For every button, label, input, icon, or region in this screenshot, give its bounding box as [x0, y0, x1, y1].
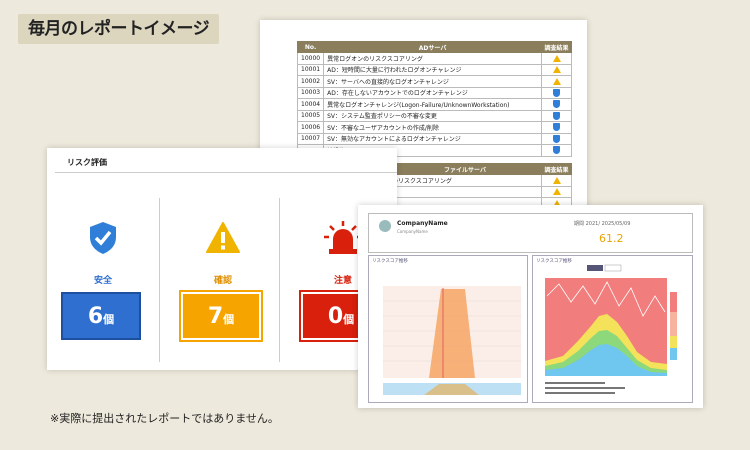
table-row: 10000 異常ログオンのリスクスコアリング	[296, 52, 572, 65]
shield-icon	[553, 88, 560, 97]
table-row: 10003 AD：存在しないアカウントでのログオンチャレンジ	[296, 86, 572, 99]
ad-server-table: No. ADサーバ 調査結果 10000 異常ログオンのリスクスコアリング 1000…	[296, 41, 572, 157]
table-row: 10002 SV：サーバへの直接的なログオンチャレンジ	[296, 75, 572, 88]
shield-icon	[553, 134, 560, 143]
table-row: のリスクスコアリング	[388, 174, 572, 187]
footnote: ※実際に提出されたレポートではありません。	[50, 412, 279, 425]
file-col-status: 調査結果	[541, 163, 572, 175]
row-name: SV：システム監査ポリシーの不審な変更	[323, 109, 542, 122]
risk-check-label: 確認	[213, 276, 232, 286]
risk-check-column: 確認 7個	[167, 198, 279, 364]
warning-icon	[552, 66, 561, 74]
row-id: 10007	[296, 132, 325, 145]
shield-icon	[553, 100, 560, 109]
risk-caution-count: 0	[327, 304, 344, 329]
row-id: 10001	[296, 63, 325, 76]
company-subtitle: CompanyName	[397, 229, 428, 234]
row-status	[541, 75, 572, 88]
area-chart-left	[383, 286, 521, 395]
row-status	[541, 86, 572, 99]
row-status	[541, 98, 572, 111]
risk-trend-panel-right: リスクスコア推移	[532, 255, 693, 403]
file-col-title: ファイルサーバ	[388, 163, 542, 175]
warning-icon	[552, 77, 561, 85]
risk-safe-unit: 個	[103, 313, 115, 326]
risk-safe-column: 安全 6個	[47, 198, 159, 364]
table-row	[388, 185, 572, 198]
risk-check-unit: 個	[223, 313, 235, 326]
dashboard-report-page: CompanyName CompanyName 期間 2021/ 2025/05…	[358, 205, 703, 408]
risk-score: 61.2	[599, 232, 624, 245]
row-status	[541, 121, 572, 134]
risk-evaluation-card: リスク評価 安全 6個 確認 7個 注意 0個	[47, 148, 397, 370]
table-row: 10006 SV：不審なユーザアカウントの作成/削除	[296, 121, 572, 134]
row-id: 10003	[296, 86, 325, 99]
row-id: 10002	[296, 75, 325, 88]
stacked-area-chart-right	[545, 264, 677, 394]
avatar	[379, 220, 391, 232]
col-title: ADサーバ	[323, 41, 542, 53]
row-name: SV：不審なユーザアカウントの作成/削除	[323, 121, 542, 134]
row-name	[388, 185, 542, 198]
table-row: 10007 SV：無効なアカウントによるログオンチャレンジ	[296, 132, 572, 145]
row-status	[541, 63, 572, 76]
file-server-table: ファイルサーバ 調査結果 のリスクスコアリング	[388, 163, 572, 210]
table-row: 10001 AD：短時間に大量に行われたログオンチャレンジ	[296, 63, 572, 76]
table-row: 10004 異常なログオンチャレンジ(Logon-Failure/UnknownW…	[296, 98, 572, 111]
row-id: 10006	[296, 121, 325, 134]
row-id: 10004	[296, 98, 325, 111]
row-id: 10005	[296, 109, 325, 122]
company-name: CompanyName	[397, 220, 448, 227]
risk-safe-count-box: 6個	[61, 292, 141, 340]
row-status	[541, 109, 572, 122]
warning-icon	[552, 188, 561, 196]
risk-caution-unit: 個	[343, 313, 355, 326]
warning-icon	[552, 176, 561, 184]
row-status	[541, 132, 572, 145]
risk-check-count: 7	[207, 304, 224, 329]
risk-safe-count: 6	[87, 304, 104, 329]
divider	[159, 198, 160, 362]
row-name: 異常なログオンチャレンジ(Logon-Failure/UnknownWorkst…	[323, 98, 542, 111]
row-name: AD：短時間に大量に行われたログオンチャレンジ	[323, 63, 542, 76]
card-title: リスク評価	[67, 158, 107, 167]
row-status	[541, 174, 572, 187]
row-status	[541, 185, 572, 198]
row-status	[541, 144, 572, 157]
risk-trend-panel-left: リスクスコア推移	[368, 255, 528, 403]
col-no: No.	[296, 41, 325, 53]
row-name: SV：サーバへの直接的なログオンチャレンジ	[323, 75, 542, 88]
shield-check-icon	[47, 221, 159, 255]
row-id: 10000	[296, 52, 325, 65]
divider	[55, 172, 397, 173]
divider	[279, 198, 280, 362]
risk-check-count-box: 7個	[179, 290, 263, 342]
warning-icon	[552, 54, 561, 62]
dashboard-header: CompanyName CompanyName 期間 2021/ 2025/05…	[368, 213, 693, 253]
row-status	[541, 52, 572, 65]
row-name: 異常ログオンのリスクスコアリング	[323, 52, 542, 65]
report-period: 期間 2021/ 2025/05/09	[574, 221, 631, 227]
row-name: のリスクスコアリング	[388, 174, 542, 187]
col-status: 調査結果	[541, 41, 572, 53]
table-row: 10005 SV：システム監査ポリシーの不審な変更	[296, 109, 572, 122]
row-name: SV：無効なアカウントによるログオンチャレンジ	[323, 132, 542, 145]
risk-safe-label: 安全	[93, 276, 112, 286]
shield-icon	[553, 123, 560, 132]
shield-icon	[553, 111, 560, 120]
row-name: AD：存在しないアカウントでのログオンチャレンジ	[323, 86, 542, 99]
page-title: 毎月のレポートイメージ	[18, 14, 220, 44]
warning-icon	[167, 221, 279, 255]
shield-icon	[553, 146, 560, 155]
